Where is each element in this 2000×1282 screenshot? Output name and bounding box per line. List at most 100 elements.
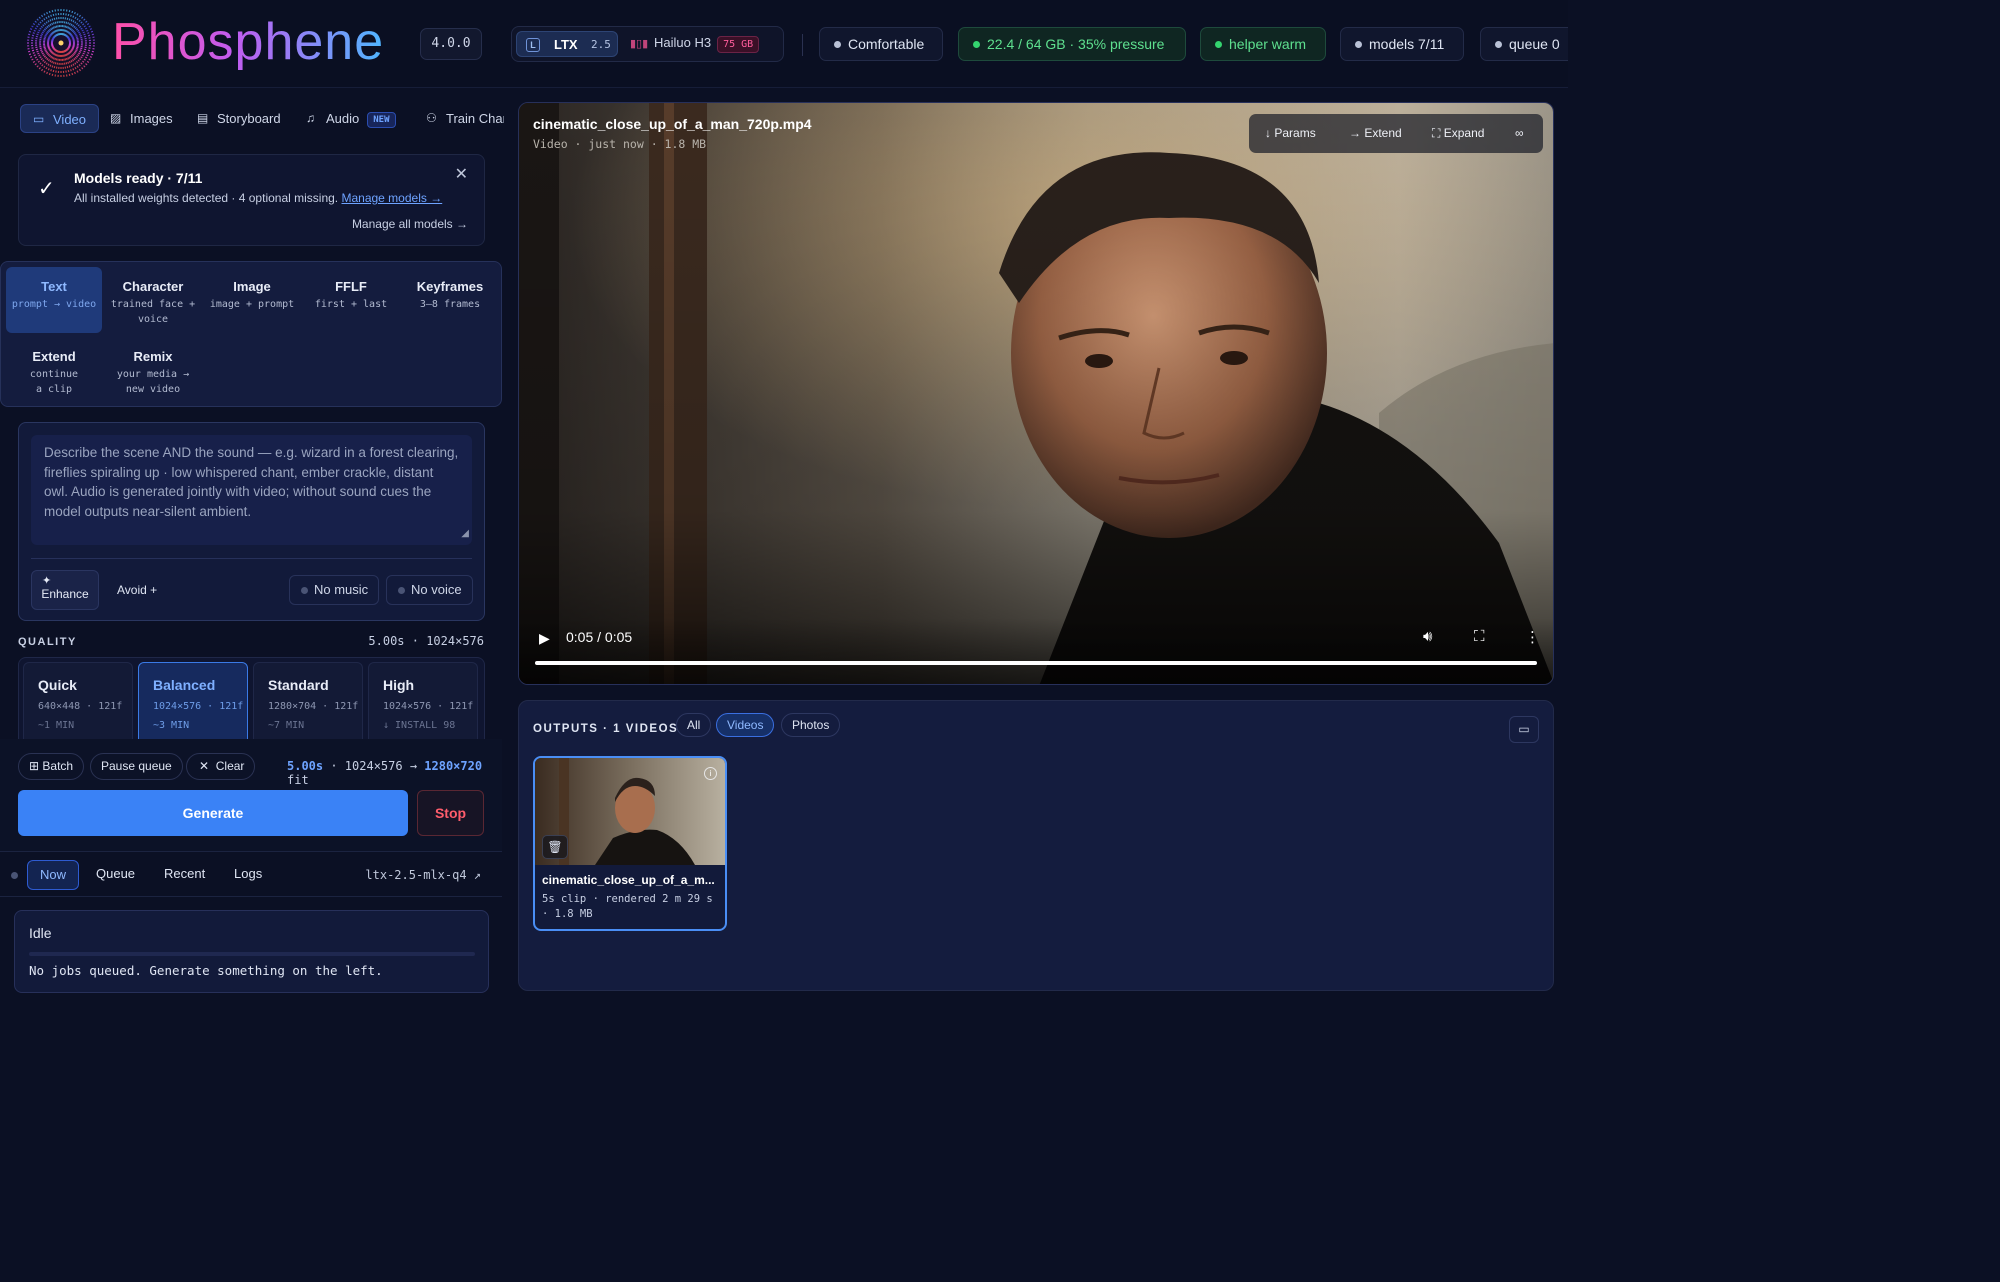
manage-models-link[interactable]: Manage models → — [341, 191, 442, 205]
divider — [802, 34, 803, 56]
tab-storyboard-label: Storyboard — [217, 111, 281, 126]
manage-all-models-link[interactable]: Manage all models → — [352, 217, 468, 231]
resize-handle-icon[interactable]: ◢ — [461, 524, 469, 544]
quality-spec: 1280×704 · 121f — [268, 701, 359, 712]
mode-subtitle: 3–8 frames — [419, 299, 481, 310]
quality-quick[interactable]: Quick 640×448 · 121f ~1 MIN — [23, 662, 133, 739]
volume-icon[interactable]: 🔊︎ — [1423, 628, 1432, 645]
engine-hailuo-button[interactable]: ▮▯▮ Hailuo H3 75 GB — [630, 35, 760, 55]
video-frame — [519, 103, 1553, 684]
mode-fflf[interactable]: FFLF first + last — [303, 267, 399, 312]
folder-icon[interactable]: ▭ — [1509, 716, 1539, 743]
quality-label: QUALITY — [18, 636, 77, 648]
mode-title: Keyframes — [416, 279, 484, 294]
model-link[interactable]: ltx-2.5-mlx-q4 ↗ — [365, 868, 481, 882]
expand-button[interactable]: ⛶ Expand — [1432, 126, 1484, 141]
quality-time: ~7 MIN — [268, 720, 305, 731]
close-icon: ✕ — [199, 759, 213, 773]
mode-extend[interactable]: Extend continue a clip — [6, 337, 102, 397]
tab-video[interactable]: ▭ Video — [20, 104, 100, 133]
engine-hailuo-name: Hailuo H3 — [654, 35, 712, 50]
close-icon[interactable]: ✕ — [455, 164, 468, 184]
mode-text[interactable]: Text prompt → video — [6, 267, 102, 333]
tab-images[interactable]: ▨ Images — [110, 104, 173, 133]
extend-button[interactable]: → Extend — [1349, 126, 1402, 140]
enhance-button[interactable]: ✦ Enhance — [31, 570, 99, 610]
quality-high[interactable]: High 1024×576 · 121f ↓ INSTALL 98 — [368, 662, 478, 739]
trash-icon[interactable]: 🗑︎ — [542, 835, 568, 859]
tab-queue[interactable]: Queue — [96, 860, 135, 890]
batch-button[interactable]: ⊞ Batch — [18, 753, 85, 780]
enhance-label: Enhance — [41, 587, 89, 601]
filter-photos[interactable]: Photos — [781, 713, 841, 737]
status-dot — [834, 41, 841, 48]
status-helper-pill: helper warm — [1200, 27, 1326, 61]
info-icon[interactable]: i — [704, 767, 717, 780]
tab-audio[interactable]: ♫ Audio NEW — [306, 104, 396, 133]
output-meta: 5s clip · rendered 2 m 29 s · 1.8 MB — [542, 893, 713, 920]
checkmark-icon: ✓ — [38, 178, 55, 200]
quality-time: ↓ INSTALL 98 — [383, 720, 456, 731]
quality-options: Quick 640×448 · 121f ~1 MIN Balanced 1024×5… — [18, 657, 485, 739]
video-controls: ▶ 0:05 / 0:05 🔊︎ ⛶ ⋮ — [519, 618, 1553, 684]
quality-name: Balanced — [153, 677, 216, 693]
pause-queue-button[interactable]: Pause queue — [90, 753, 183, 780]
tab-logs[interactable]: Logs — [234, 860, 262, 890]
prompt-textarea[interactable]: Describe the scene AND the sound — e.g. … — [31, 435, 472, 545]
status-comfort-label: Comfortable — [848, 36, 925, 52]
play-icon[interactable]: ▶ — [539, 630, 550, 647]
tab-storyboard[interactable]: ▤ Storyboard — [197, 104, 281, 133]
mode-remix[interactable]: Remix your media → new video — [105, 337, 201, 397]
status-dot — [1355, 41, 1362, 48]
engine-ltx-version: 2.5 — [591, 38, 611, 51]
job-status-title: Idle — [29, 925, 52, 941]
fullscreen-icon[interactable]: ⛶ — [1474, 628, 1485, 645]
version-badge: 4.0.0 — [420, 28, 482, 60]
generate-button[interactable]: Generate — [18, 790, 408, 836]
resolution-from: · 1024×576 → — [323, 759, 425, 773]
tab-audio-label: Audio — [326, 111, 360, 126]
mode-image[interactable]: Image image + prompt — [204, 267, 300, 312]
quality-summary: 5.00s · 1024×576 — [368, 634, 484, 648]
status-helper-label: helper warm — [1229, 36, 1307, 52]
mode-subtitle: prompt → video — [11, 299, 97, 310]
tab-now[interactable]: Now — [27, 860, 80, 890]
mode-character[interactable]: Character trained face + voice — [105, 267, 201, 327]
music-toggle[interactable]: No music — [289, 575, 380, 605]
video-seek-bar[interactable] — [535, 661, 1537, 665]
quality-name: High — [383, 677, 415, 693]
generation-mode-grid: Text prompt → video Character trained face… — [0, 261, 502, 407]
engine-ltx-button[interactable]: L LTX 2.5 — [516, 31, 618, 57]
storyboard-icon: ▤ — [197, 111, 209, 125]
params-button[interactable]: ↓ Params — [1265, 126, 1316, 140]
divider — [31, 558, 472, 559]
filter-videos[interactable]: Videos — [716, 713, 775, 737]
filter-all[interactable]: All — [676, 713, 712, 737]
quality-spec: 1024×576 · 121f — [153, 701, 244, 712]
outputs-panel: OUTPUTS · 1 VIDEOS All Videos Photos ▭ i… — [518, 700, 1554, 991]
more-options-icon[interactable]: ⋮ — [1525, 628, 1540, 646]
voice-toggle[interactable]: No voice — [386, 575, 473, 605]
status-dot — [1495, 41, 1502, 48]
tab-recent[interactable]: Recent — [164, 860, 205, 890]
clear-button[interactable]: ✕ Clear — [186, 753, 256, 780]
quality-standard[interactable]: Standard 1280×704 · 121f ~7 MIN — [253, 662, 363, 739]
tab-train-label: Train Char — [446, 111, 504, 126]
output-thumbnail[interactable]: i 🗑︎ cinematic_close_up_of_a_m... 5s cli… — [533, 756, 727, 931]
tab-train-character[interactable]: ⚇ Train Char — [426, 104, 504, 133]
status-queue-pill[interactable]: queue 0 — [1480, 27, 1568, 61]
mode-subtitle: image + prompt — [209, 299, 295, 310]
tab-images-label: Images — [130, 111, 173, 126]
mode-title: FFLF — [335, 279, 367, 294]
output-resolution: 5.00s · 1024×576 → 1280×720 fit — [287, 759, 502, 787]
link-icon[interactable]: ∞ — [1515, 126, 1524, 140]
quality-balanced[interactable]: Balanced 1024×576 · 121f ~3 MIN — [138, 662, 248, 739]
engine-ltx-name: LTX — [554, 37, 578, 52]
status-models-pill[interactable]: models 7/11 — [1340, 27, 1464, 61]
status-memory-pill: 22.4 / 64 GB · 35% pressure — [958, 27, 1186, 61]
stop-button[interactable]: Stop — [417, 790, 484, 836]
video-player[interactable]: cinematic_close_up_of_a_man_720p.mp4 Vid… — [518, 102, 1554, 685]
avoid-button[interactable]: Avoid + — [117, 583, 157, 597]
mode-keyframes[interactable]: Keyframes 3–8 frames — [402, 267, 498, 312]
status-dot — [973, 41, 980, 48]
